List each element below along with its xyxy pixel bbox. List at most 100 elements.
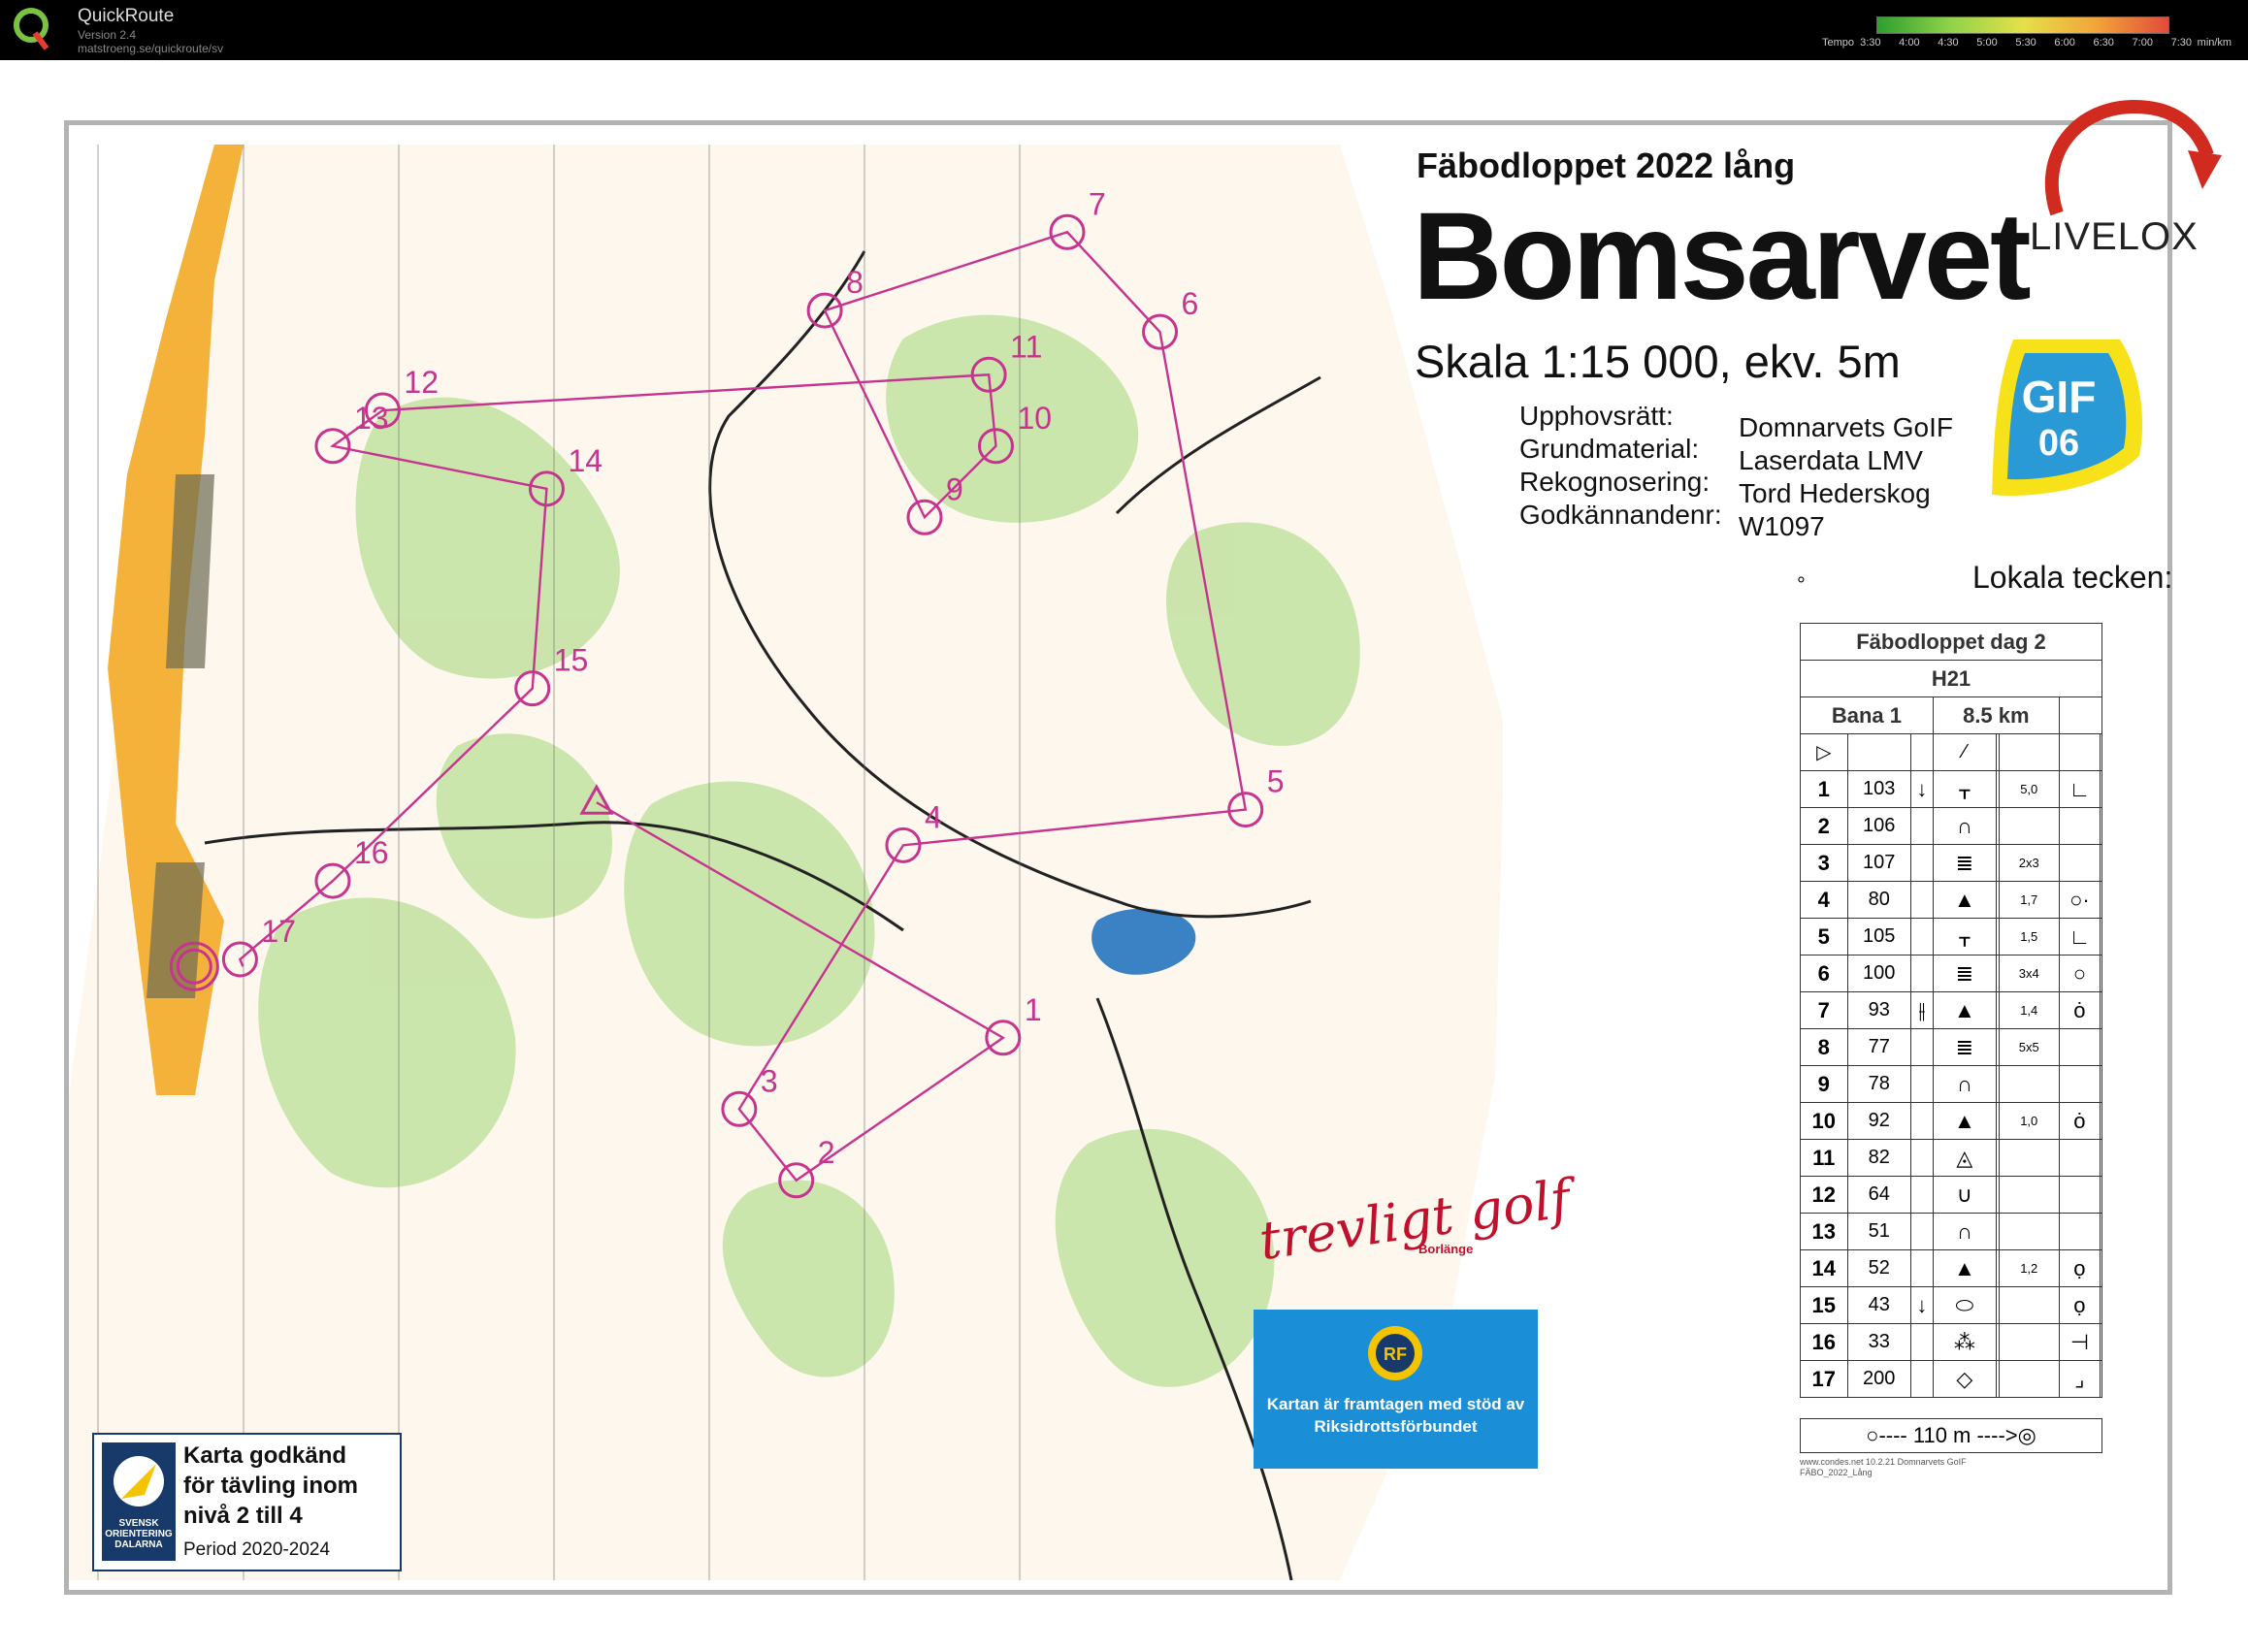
control-row: 2 106 ∩: [1800, 807, 2102, 845]
control-number: 12: [1800, 1176, 1848, 1214]
control-row: 4 80 ▲ 1,7 ○·: [1800, 881, 2102, 919]
pace-tick: 7:00: [2132, 37, 2153, 49]
control-extra: [2100, 1213, 2102, 1250]
control-number-label: 10: [1018, 401, 1053, 436]
control-code: 52: [1846, 1249, 1911, 1287]
control-code: 93: [1846, 991, 1911, 1029]
credits-values: Domnarvets GoIF Laserdata LMV Tord Heder…: [1739, 411, 1953, 543]
control-which-feature: [1909, 807, 1934, 845]
control-number: 10: [1800, 1102, 1848, 1140]
rf-logo-icon: RF: [1368, 1326, 1422, 1380]
control-which-feature: [1909, 1360, 1934, 1398]
local-symbol-mark: °: [1797, 572, 1806, 597]
control-code: 200: [1846, 1360, 1911, 1398]
control-extra: [2100, 1360, 2102, 1398]
finish-text: ○---- 110 m ---->◎: [1866, 1423, 2036, 1447]
credit-value: Laserdata LMV: [1739, 445, 1923, 475]
approval-line: nivå 2 till 4: [183, 1503, 303, 1529]
card-footer: www.condes.net 10.2.21 Domnarvets GoIF F…: [1800, 1457, 1967, 1478]
card-footer-line: www.condes.net 10.2.21 Domnarvets GoIF: [1800, 1457, 1967, 1467]
pace-tick-labels: Tempo 3:30 4:00 4:30 5:00 5:30 6:00 6:30…: [1822, 37, 2232, 49]
control-extra: [2100, 1249, 2102, 1287]
control-row: 17 200 ◇ ⌟: [1800, 1360, 2102, 1398]
control-feature-symbol: ᚁ: [1932, 918, 1997, 956]
control-number-label: 14: [568, 443, 603, 478]
livelox-wordmark: LIVELOX: [2030, 215, 2199, 258]
control-feature-symbol: ∩: [1932, 1065, 1997, 1103]
map-name: Bomsarvet: [1413, 187, 2032, 326]
control-feature-symbol: ▲: [1932, 991, 1997, 1029]
control-extra: [2100, 770, 2102, 808]
pace-tick: 7:30: [2170, 37, 2193, 49]
local-symbols-heading: Lokala tecken:: [1972, 560, 2173, 595]
control-code: 106: [1846, 807, 1911, 845]
control-dimension: 5x5: [1998, 1028, 2060, 1066]
credits-labels: Upphovsrätt: Grundmaterial: Rekognoserin…: [1519, 400, 1722, 532]
control-which-feature: [1909, 1065, 1934, 1103]
control-which-feature: ↓: [1909, 1286, 1934, 1324]
card-footer-line: FÄBO_2022_Lång: [1800, 1468, 1873, 1477]
control-code: 43: [1846, 1286, 1911, 1324]
control-row: 8 77 ≣ 5x5: [1800, 1028, 2102, 1066]
credit-label: Godkännandenr:: [1519, 500, 1722, 530]
control-number-label: 13: [354, 401, 389, 436]
control-number: 7: [1800, 991, 1848, 1029]
control-code: 105: [1846, 918, 1911, 956]
control-number: 5: [1800, 918, 1848, 956]
compass-icon: [114, 1456, 164, 1506]
control-feature-symbol: ᚁ: [1932, 770, 1997, 808]
control-number-label: 9: [946, 471, 963, 506]
rf-support-box: RF Kartan är framtagen med stöd av Riksi…: [1254, 1310, 1538, 1469]
control-number: 3: [1800, 844, 1848, 882]
control-number-label: 8: [846, 265, 863, 300]
control-number: 4: [1800, 881, 1848, 919]
control-extra: [2100, 1065, 2102, 1103]
control-number-label: 12: [404, 365, 439, 400]
control-dimension: [1998, 1065, 2060, 1103]
control-which-feature: [1909, 918, 1934, 956]
control-dimension: [1998, 1323, 2060, 1361]
control-dimension: 1,2: [1998, 1249, 2060, 1287]
control-extra: [2100, 955, 2102, 992]
control-location-symbol: ȯ: [2058, 1102, 2101, 1140]
control-dimension: [1998, 1360, 2060, 1398]
finish-instruction: ○---- 110 m ---->◎: [1800, 1418, 2102, 1453]
credit-value: Tord Hederskog: [1739, 478, 1931, 508]
control-location-symbol: ⊣: [2058, 1323, 2101, 1361]
control-dimension: [1998, 1286, 2060, 1324]
control-dimension: 1,5: [1998, 918, 2060, 956]
card-title: Fäbodloppet dag 2: [1800, 623, 2102, 661]
control-which-feature: [1909, 844, 1934, 882]
control-which-feature: [1909, 1028, 1934, 1066]
rf-support-text: Kartan är framtagen med stöd av Riksidro…: [1266, 1395, 1525, 1436]
control-location-symbol: ȯ: [2058, 991, 2101, 1029]
control-extra: [2100, 918, 2102, 956]
control-feature-symbol: ∪: [1932, 1176, 1997, 1214]
pace-tick: 6:00: [2054, 37, 2075, 49]
control-row: 16 33 ⁂ ⊣: [1800, 1323, 2102, 1361]
control-dimension: 5,0: [1998, 770, 2060, 808]
control-feature-symbol: ◬: [1932, 1139, 1997, 1177]
control-dimension: 2x3: [1998, 844, 2060, 882]
control-location-symbol: [2058, 1139, 2101, 1177]
start-path-icon: ⁄: [1932, 733, 1997, 771]
control-feature-symbol: ≣: [1932, 844, 1997, 882]
club-badge-number: 06: [2037, 423, 2080, 464]
control-number-label: 2: [818, 1135, 835, 1170]
control-row: 11 82 ◬: [1800, 1139, 2102, 1177]
pace-tick: 4:30: [1938, 37, 1959, 49]
control-number: 2: [1800, 807, 1848, 845]
control-location-symbol: [2058, 1028, 2101, 1066]
control-row: 9 78 ∩: [1800, 1065, 2102, 1103]
control-number-label: 16: [354, 835, 389, 870]
control-number-label: 17: [261, 914, 296, 949]
control-row: 14 52 ▲ 1,2 ọ: [1800, 1249, 2102, 1287]
pace-tick: 5:30: [2015, 37, 2036, 49]
approval-period: Period 2020-2024: [183, 1539, 331, 1560]
approval-line: Karta godkänd: [183, 1442, 347, 1469]
map-approval-badge: SVENSK ORIENTERING DALARNA Karta godkänd…: [92, 1433, 402, 1571]
control-location-symbol: ○: [2058, 955, 2101, 992]
control-extra: [2100, 1139, 2102, 1177]
control-which-feature: [1909, 1139, 1934, 1177]
control-code: 92: [1846, 1102, 1911, 1140]
